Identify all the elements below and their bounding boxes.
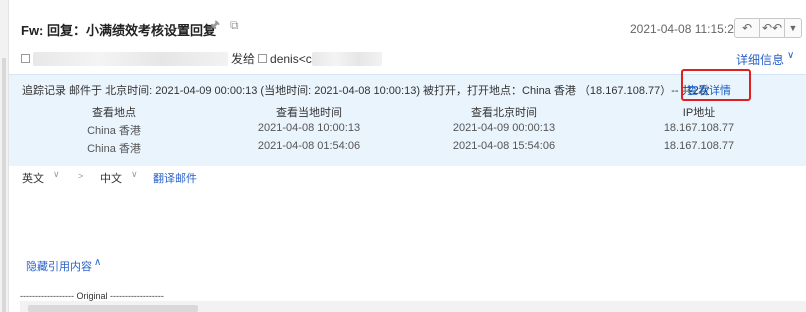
hide-quote-link[interactable]: 隐藏引用内容 — [26, 258, 92, 274]
table-cell: 2021-04-08 15:54:06 — [452, 140, 556, 152]
table-cell: 18.167.108.77 — [663, 122, 735, 134]
left-scroll-strip — [0, 0, 9, 312]
table-header-row: 查看地点 查看当地时间 查看北京时间 IP地址 — [9, 104, 806, 120]
target-language-select[interactable]: 中文 — [100, 170, 122, 186]
translate-bar: 英文 ∨ > 中文 ∨ 翻译邮件 — [9, 166, 806, 188]
send-to-label: 发给 — [231, 52, 256, 66]
mail-header: Fw: 回复：小满绩效考核设置回复 🖈 ⧉ 2021-04-08 11:15:2… — [9, 0, 806, 74]
recipient-name[interactable]: denis<c — [270, 52, 312, 66]
reply-button-group: ↶ ↶↶ ▼ — [734, 18, 802, 38]
table-row: China 香港 2021-04-08 01:54:06 2021-04-08 … — [9, 140, 806, 156]
scrollbar-thumb[interactable] — [2, 58, 6, 312]
mail-subject: Fw: 回复：小满绩效考核设置回复 — [21, 23, 216, 38]
contact-icon — [21, 54, 30, 63]
open-external-icon[interactable]: ⧉ — [230, 18, 244, 32]
reply-all-icon: ↶↶ — [761, 21, 783, 35]
mail-date: 2021-04-08 11:15:26 — [630, 22, 741, 36]
quoted-text-redacted — [28, 305, 198, 312]
column-header: IP地址 — [682, 107, 716, 119]
chevron-down-icon: ▼ — [788, 23, 798, 33]
chevron-up-icon[interactable]: ∧ — [94, 257, 101, 268]
tracking-summary: 追踪记录 邮件于 北京时间: 2021-04-09 00:00:13 (当地时间… — [22, 85, 710, 97]
translate-arrow: > — [78, 171, 84, 181]
reply-all-button[interactable]: ↶↶ — [759, 18, 785, 38]
chevron-down-icon[interactable]: ∨ — [53, 169, 60, 180]
table-cell: China 香港 — [87, 143, 141, 155]
chevron-down-icon[interactable]: ∨ — [787, 50, 794, 61]
table-cell: 18.167.108.77 — [663, 140, 735, 152]
view-detail-link[interactable]: 查看详情 — [687, 82, 731, 98]
sender-recipient-row: 发给 denis<c — [21, 50, 382, 67]
chevron-down-icon[interactable]: ∨ — [131, 169, 138, 180]
translate-mail-link[interactable]: 翻译邮件 — [153, 170, 197, 186]
quoted-content — [20, 301, 806, 312]
table-cell: 2021-04-08 10:00:13 — [257, 122, 361, 134]
table-cell: 2021-04-08 01:54:06 — [257, 140, 361, 152]
original-separator: ------------------ Original ------------… — [20, 291, 164, 301]
table-row: China 香港 2021-04-08 10:00:13 2021-04-09 … — [9, 122, 806, 138]
recipient-email-redacted — [311, 51, 382, 66]
table-cell: China 香港 — [87, 125, 141, 137]
more-dropdown-button[interactable]: ▼ — [784, 18, 802, 38]
table-cell: 2021-04-09 00:00:13 — [452, 122, 556, 134]
column-header: 查看北京时间 — [471, 107, 537, 119]
reply-button[interactable]: ↶ — [734, 18, 760, 38]
column-header: 查看当地时间 — [276, 107, 342, 119]
source-language-select[interactable]: 英文 — [22, 170, 44, 186]
pin-icon[interactable]: 🖈 — [209, 18, 223, 32]
contact-icon — [258, 54, 268, 63]
sender-name-redacted — [33, 51, 228, 66]
column-header: 查看地点 — [92, 107, 136, 119]
detail-info-link[interactable]: 详细信息 — [736, 51, 784, 68]
reply-icon: ↶ — [741, 21, 753, 35]
